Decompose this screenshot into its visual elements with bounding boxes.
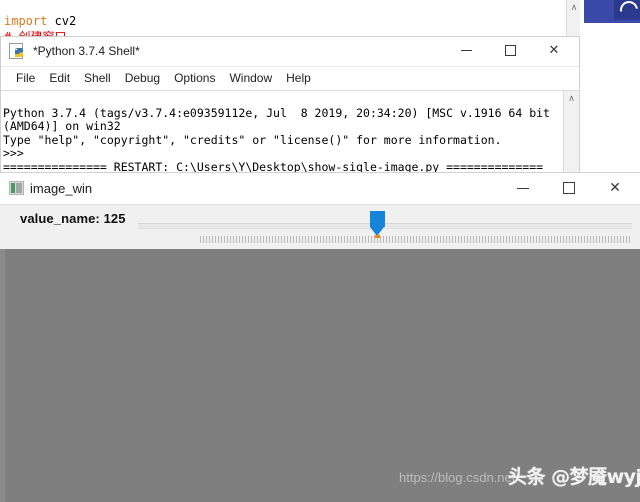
icon-swatch-green — [11, 183, 15, 193]
idle-close-button[interactable]: ✕ — [532, 37, 576, 65]
trackbar-strip[interactable]: value_name: 125 — [0, 205, 640, 250]
brand-watermark: 头条 @梦魇wyj — [508, 466, 640, 488]
imagewin-maximize-button[interactable] — [546, 173, 592, 203]
idle-menubar[interactable]: File Edit Shell Debug Options Window Help — [1, 67, 579, 91]
menu-debug[interactable]: Debug — [118, 67, 167, 90]
shell-banner-line-3: Type "help", "copyright", "credits" or "… — [3, 132, 502, 147]
idle-minimize-button[interactable] — [444, 37, 488, 65]
trackbar-groove[interactable] — [138, 223, 632, 229]
minimize-icon — [460, 50, 472, 51]
idle-titlebar[interactable]: *Python 3.7.4 Shell* ✕ — [1, 37, 579, 67]
minimize-icon — [517, 187, 529, 189]
shell-banner-line-2: (AMD64)] on win32 — [3, 119, 121, 133]
opencv-image-window[interactable]: image_win ✕ value_name: 125 — [0, 172, 640, 502]
python-idle-icon — [9, 43, 23, 59]
desktop-background: import cv2 # 创建窗口 ∧ *Python 3.7.4 Shell*… — [0, 0, 640, 502]
trackbar-control[interactable] — [138, 205, 632, 249]
code-module-cv2: cv2 — [47, 14, 77, 28]
menu-window[interactable]: Window — [222, 67, 279, 90]
icon-swatch-gray — [16, 183, 22, 193]
idle-maximize-button[interactable] — [488, 37, 532, 65]
image-window-icon — [9, 181, 24, 195]
menu-shell[interactable]: Shell — [77, 67, 118, 90]
imagewin-minimize-button[interactable] — [500, 173, 546, 203]
image-canvas-left-edge — [0, 249, 5, 502]
idle-shell-window[interactable]: *Python 3.7.4 Shell* ✕ File Edit Shell Debu… — [0, 36, 580, 176]
menu-edit[interactable]: Edit — [42, 67, 77, 90]
imagewin-titlebar[interactable]: image_win ✕ — [0, 173, 640, 205]
menu-help[interactable]: Help — [279, 67, 318, 90]
menu-file[interactable]: File — [9, 67, 42, 90]
shell-banner-line-1: Python 3.7.4 (tags/v3.7.4:e09359112e, Ju… — [3, 105, 550, 120]
idle-shell-output[interactable]: Python 3.7.4 (tags/v3.7.4:e09359112e, Ju… — [1, 91, 564, 175]
trackbar-thumb[interactable] — [370, 211, 385, 238]
editor-vertical-scrollbar[interactable]: ∧ — [566, 0, 580, 38]
idle-vertical-scrollbar[interactable]: ∧ — [563, 91, 579, 175]
background-window-fragment[interactable] — [584, 0, 640, 23]
trackbar-tick-marks — [200, 236, 632, 243]
idle-window-title: *Python 3.7.4 Shell* — [33, 44, 140, 58]
code-keyword-import: import — [4, 14, 48, 28]
maximize-icon — [504, 45, 516, 56]
trackbar-label: value_name: 125 — [20, 211, 126, 226]
imagewin-close-button[interactable]: ✕ — [592, 173, 638, 203]
menu-options[interactable]: Options — [167, 67, 222, 90]
python-editor-window[interactable]: import cv2 # 创建窗口 ∧ — [0, 0, 580, 39]
maximize-icon — [563, 182, 575, 194]
trackbar-thumb-body — [370, 211, 385, 227]
shell-prompt: >>> — [3, 146, 24, 160]
trackbar-thumb-accent — [375, 235, 380, 238]
imagewin-window-title: image_win — [30, 181, 93, 196]
chevron-up-icon[interactable]: ∧ — [567, 0, 580, 16]
chevron-up-icon[interactable]: ∧ — [564, 91, 579, 107]
url-watermark: https://blog.csdn.net/ — [399, 470, 519, 485]
